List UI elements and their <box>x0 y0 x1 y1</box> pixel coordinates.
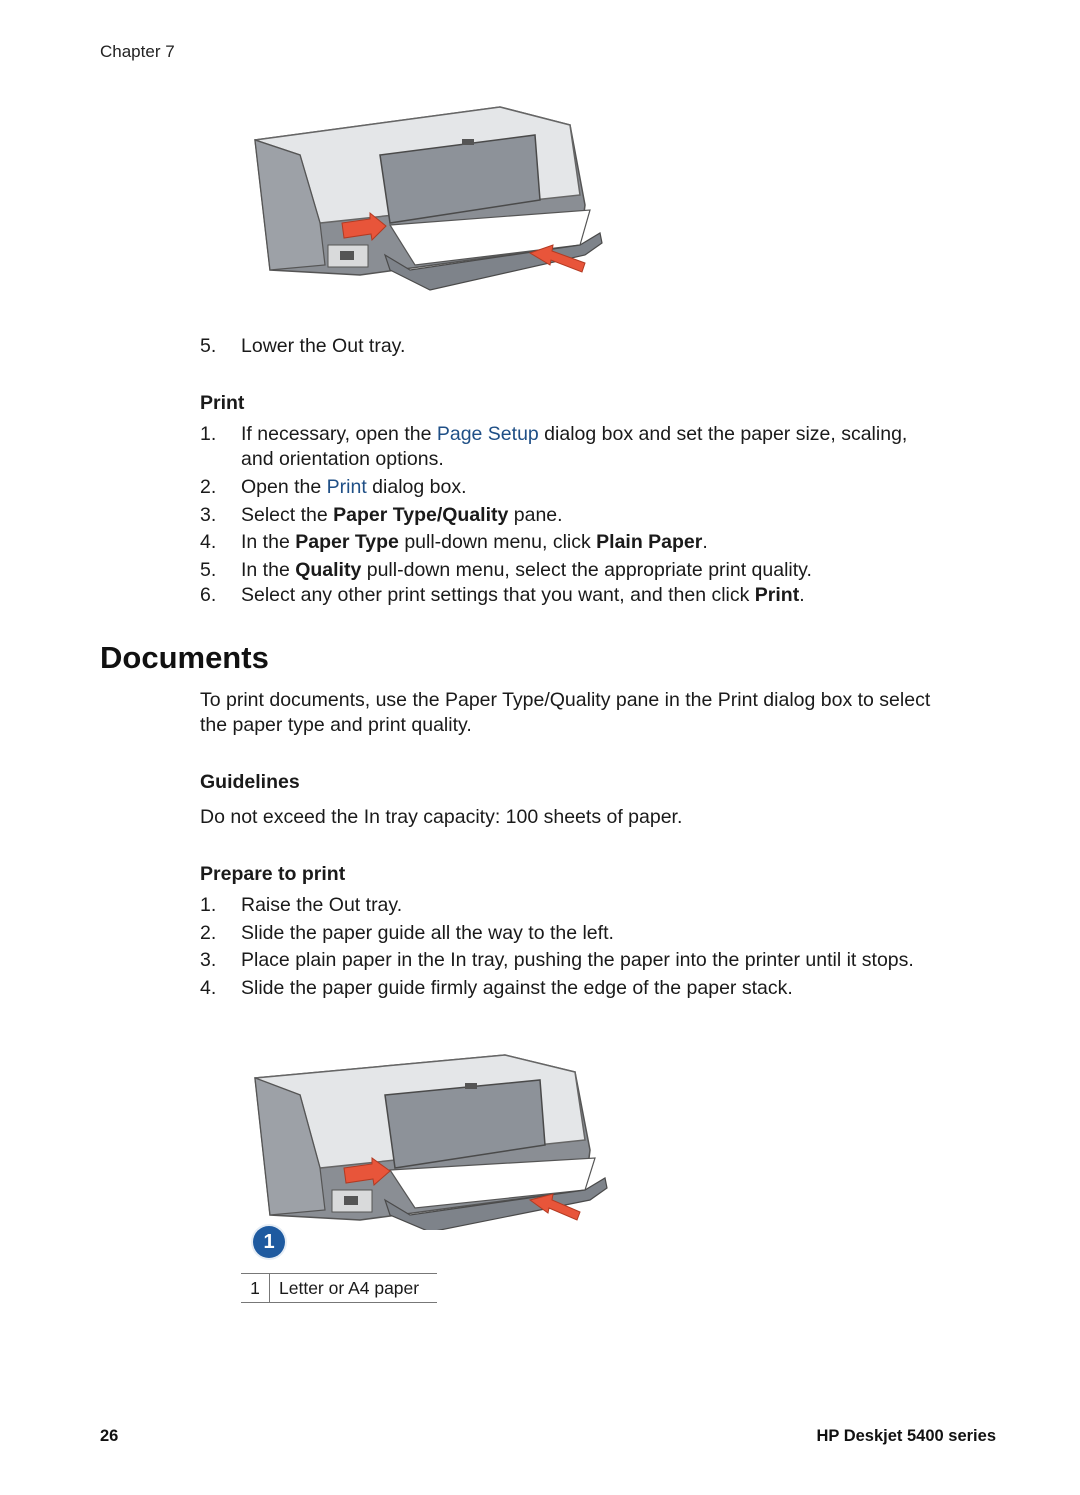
page-setup-link[interactable]: Page Setup <box>437 423 539 445</box>
printer-illustration-top <box>240 95 620 300</box>
figure-legend-table: 1 Letter or A4 paper <box>241 1273 437 1303</box>
printer-image <box>254 1054 608 1233</box>
printer-image <box>254 106 603 291</box>
callout-number-icon: 1 <box>253 1226 285 1258</box>
chapter-label: Chapter 7 <box>100 42 175 61</box>
printer-illustration-bottom <box>240 1050 620 1270</box>
page-number: 26 <box>100 1427 119 1445</box>
prepare-heading: Prepare to print <box>200 863 346 885</box>
legend-number: 1 <box>241 1274 270 1302</box>
print-dialog-link[interactable]: Print <box>327 476 367 498</box>
guidelines-heading: Guidelines <box>200 771 300 793</box>
documents-title: Documents <box>100 640 269 675</box>
print-step-1: 1. If necessary, open the Page Setup dia… <box>200 423 908 470</box>
guidelines-text: Do not exceed the In tray capacity: 100 … <box>200 806 683 828</box>
product-name: HP Deskjet 5400 series <box>816 1427 997 1445</box>
print-heading: Print <box>200 392 245 414</box>
documents-intro: To print documents, use the Paper Type/Q… <box>200 689 931 736</box>
legend-label: Letter or A4 paper <box>279 1278 420 1298</box>
